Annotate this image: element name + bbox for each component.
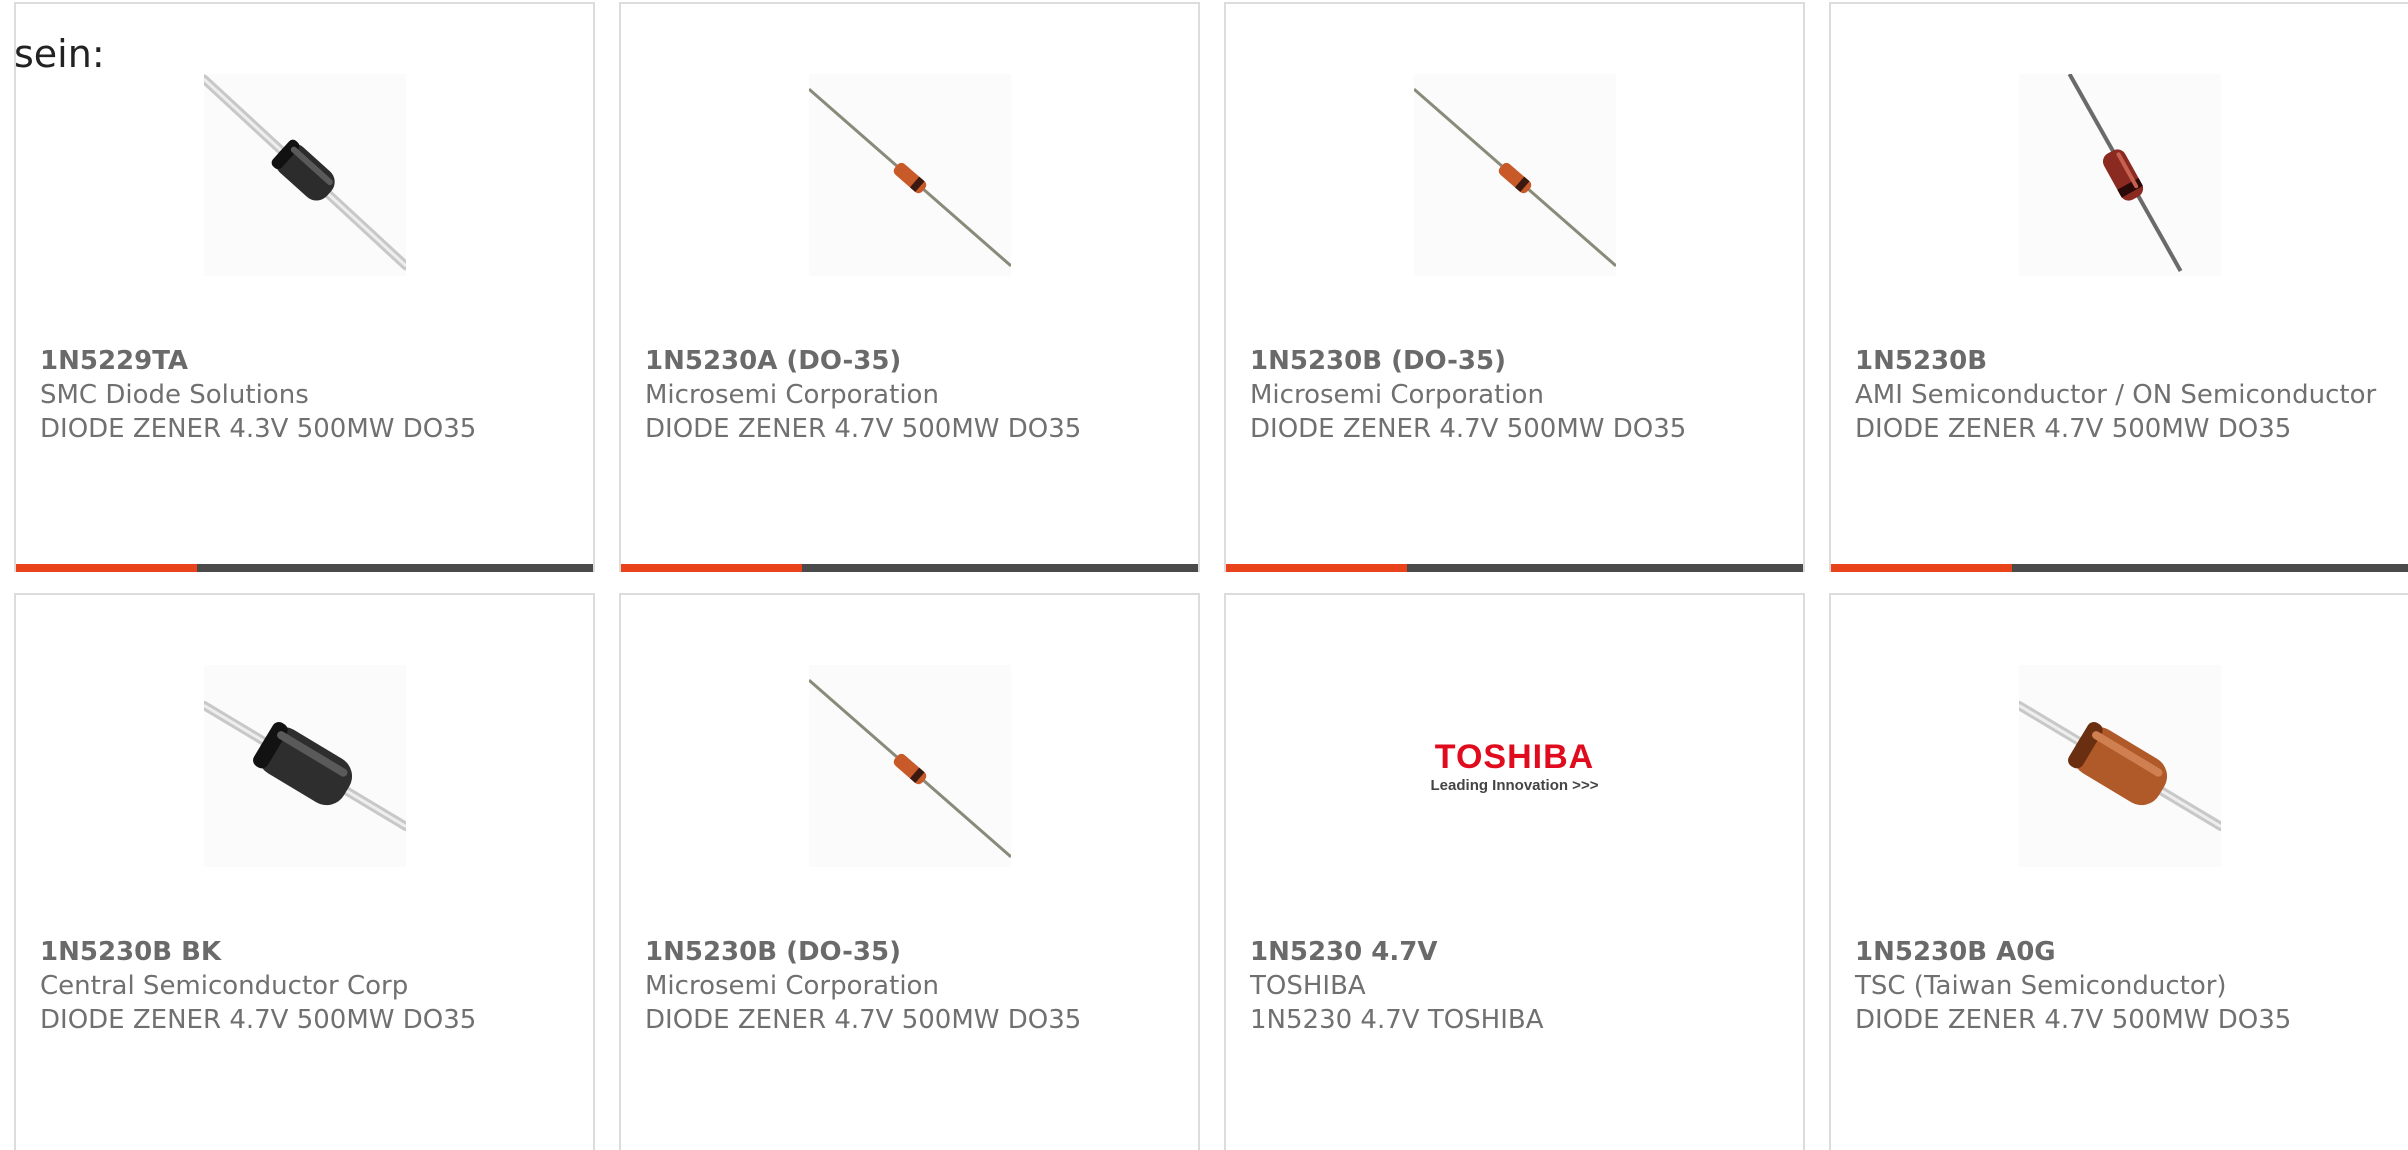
card-accent-bar (1831, 564, 2012, 572)
orange-axial-diode-icon (808, 88, 1011, 268)
product-info: 1N5230B (DO-35) Microsemi Corporation DI… (645, 935, 1178, 1037)
black-glass-diode-icon (203, 700, 406, 832)
part-number[interactable]: 1N5230B A0G (1855, 935, 2388, 969)
orange-axial-diode-icon (1413, 88, 1616, 268)
product-info: 1N5230B (DO-35) Microsemi Corporation DI… (1250, 344, 1783, 446)
product-description: DIODE ZENER 4.7V 500MW DO35 (645, 414, 1082, 444)
card-footer-bar (621, 564, 1198, 572)
card-footer-bar (1226, 564, 1803, 572)
orange-axial-diode-icon (808, 679, 1011, 859)
brown-glass-diode-icon (2018, 700, 2221, 832)
intro-text: sein: (14, 32, 105, 76)
manufacturer: AMI Semiconductor / ON Semiconductor (1855, 380, 2377, 410)
product-info: 1N5230 4.7V TOSHIBA 1N5230 4.7V TOSHIBA (1250, 935, 1783, 1037)
part-number[interactable]: 1N5230 4.7V (1250, 935, 1783, 969)
card-accent-bar (16, 564, 197, 572)
part-number[interactable]: 1N5230B (1855, 344, 2388, 378)
product-image[interactable] (1413, 74, 1616, 276)
product-description: 1N5230 4.7V TOSHIBA (1250, 1005, 1544, 1035)
product-image[interactable] (808, 665, 1011, 867)
manufacturer: TOSHIBA (1250, 971, 1366, 1001)
product-description: DIODE ZENER 4.7V 500MW DO35 (40, 1005, 477, 1035)
product-image[interactable]: TOSHIBA Leading Innovation >>> (1413, 665, 1616, 867)
product-image[interactable] (203, 665, 406, 867)
product-card[interactable]: 1N5230B (DO-35) Microsemi Corporation DI… (619, 593, 1200, 1150)
product-description: DIODE ZENER 4.7V 500MW DO35 (1855, 414, 2292, 444)
product-info: 1N5230B AMI Semiconductor / ON Semicondu… (1855, 344, 2388, 446)
product-card[interactable]: 1N5230B (DO-35) Microsemi Corporation DI… (1224, 2, 1805, 572)
part-number[interactable]: 1N5229TA (40, 344, 573, 378)
part-number[interactable]: 1N5230B BK (40, 935, 573, 969)
manufacturer: Microsemi Corporation (1250, 380, 1544, 410)
part-number[interactable]: 1N5230B (DO-35) (1250, 344, 1783, 378)
card-accent-bar (621, 564, 802, 572)
product-card[interactable]: 1N5229TA SMC Diode Solutions DIODE ZENER… (14, 2, 595, 572)
manufacturer: SMC Diode Solutions (40, 380, 309, 410)
toshiba-logo-brand: TOSHIBA (1434, 738, 1595, 776)
product-grid: 1N5229TA SMC Diode Solutions DIODE ZENER… (14, 2, 2408, 1150)
toshiba-logo-tagline: Leading Innovation >>> (1430, 777, 1599, 794)
red-glass-diode-icon (2067, 74, 2182, 272)
product-card[interactable]: TOSHIBA Leading Innovation >>> 1N5230 4.… (1224, 593, 1805, 1150)
card-footer-bar (1831, 564, 2408, 572)
product-image[interactable] (2018, 665, 2221, 867)
product-info: 1N5229TA SMC Diode Solutions DIODE ZENER… (40, 344, 573, 446)
product-info: 1N5230B BK Central Semiconductor Corp DI… (40, 935, 573, 1037)
black-glass-diode-icon (203, 74, 406, 271)
product-description: DIODE ZENER 4.7V 500MW DO35 (1250, 414, 1687, 444)
product-image[interactable] (2018, 74, 2221, 276)
manufacturer: Central Semiconductor Corp (40, 971, 409, 1001)
manufacturer: Microsemi Corporation (645, 380, 939, 410)
manufacturer: TSC (Taiwan Semiconductor) (1855, 971, 2227, 1001)
product-card[interactable]: 1N5230B BK Central Semiconductor Corp DI… (14, 593, 595, 1150)
product-description: DIODE ZENER 4.7V 500MW DO35 (1855, 1005, 2292, 1035)
manufacturer: Microsemi Corporation (645, 971, 939, 1001)
product-info: 1N5230B A0G TSC (Taiwan Semiconductor) D… (1855, 935, 2388, 1037)
part-number[interactable]: 1N5230A (DO-35) (645, 344, 1178, 378)
product-info: 1N5230A (DO-35) Microsemi Corporation DI… (645, 344, 1178, 446)
product-card[interactable]: 1N5230A (DO-35) Microsemi Corporation DI… (619, 2, 1200, 572)
product-card[interactable]: 1N5230B A0G TSC (Taiwan Semiconductor) D… (1829, 593, 2408, 1150)
card-accent-bar (1226, 564, 1407, 572)
product-image[interactable] (808, 74, 1011, 276)
toshiba-logo: TOSHIBA Leading Innovation >>> (1413, 665, 1616, 867)
part-number[interactable]: 1N5230B (DO-35) (645, 935, 1178, 969)
product-description: DIODE ZENER 4.3V 500MW DO35 (40, 414, 477, 444)
product-card[interactable]: 1N5230B AMI Semiconductor / ON Semicondu… (1829, 2, 2408, 572)
card-footer-bar (16, 564, 593, 572)
product-image[interactable] (203, 74, 406, 276)
product-description: DIODE ZENER 4.7V 500MW DO35 (645, 1005, 1082, 1035)
